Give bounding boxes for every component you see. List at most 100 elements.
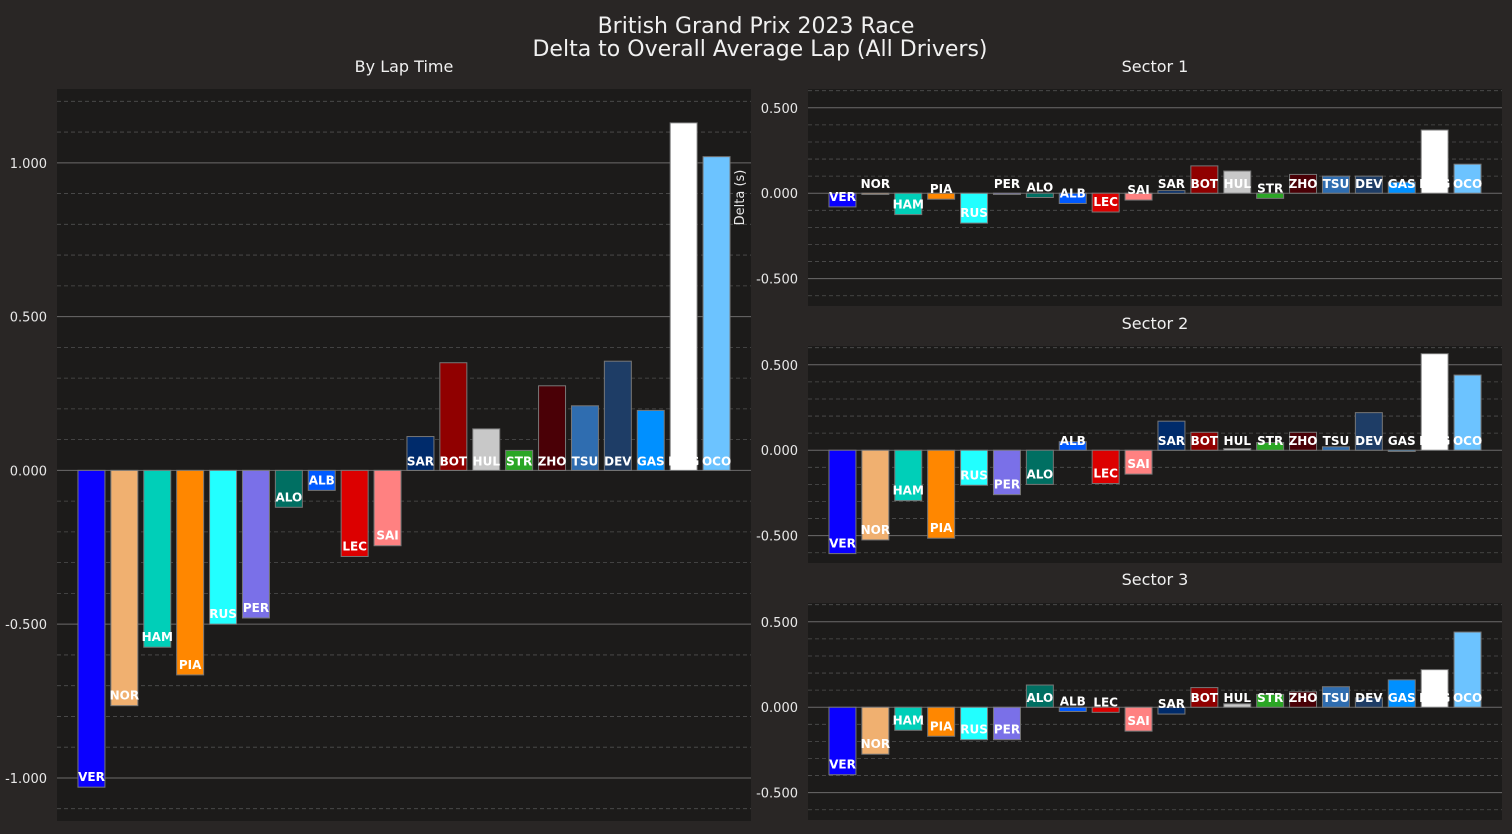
bar-label-ver: VER bbox=[829, 537, 856, 551]
figure-title-line2: Delta to Overall Average Lap (All Driver… bbox=[532, 37, 987, 62]
bar-label-sai: SAI bbox=[1127, 183, 1149, 197]
bar-label-hul: HUL bbox=[473, 454, 501, 468]
figure: British Grand Prix 2023 Race Delta to Ov… bbox=[0, 0, 1512, 834]
bar-label-alo: ALO bbox=[1026, 181, 1053, 195]
bar-label-mag: MAG bbox=[668, 454, 699, 468]
bar-label-str: STR bbox=[1257, 434, 1283, 448]
bar-label-bot: BOT bbox=[1191, 691, 1219, 705]
chart-panel-1: -1.000 -0.500 0.000 0.500 1.000 By Lap Time VE… bbox=[5, 57, 751, 821]
bar-label-lec: LEC bbox=[1093, 467, 1118, 481]
bar-label-nor: NOR bbox=[861, 177, 890, 191]
bar-label-bot: BOT bbox=[1191, 177, 1219, 191]
y-tick-label: 0.500 bbox=[761, 102, 798, 117]
panel-title: Sector 3 bbox=[1122, 570, 1189, 589]
bar-label-str: STR bbox=[1257, 691, 1283, 705]
bar-label-nor: NOR bbox=[861, 523, 890, 537]
bar-pia bbox=[176, 469, 205, 676]
bar-label-zho: ZHO bbox=[1289, 434, 1318, 448]
bar-label-sar: SAR bbox=[1158, 177, 1185, 191]
bar-label-sai: SAI bbox=[1127, 714, 1149, 728]
bar-rus bbox=[209, 469, 238, 625]
panel-title: Sector 2 bbox=[1122, 314, 1189, 333]
y-tick-label: 0.000 bbox=[761, 444, 798, 459]
bar-label-lec: LEC bbox=[1093, 695, 1118, 709]
bar-label-gas: GAS bbox=[1388, 691, 1416, 705]
bar-label-tsu: TSU bbox=[1323, 691, 1350, 705]
y-tick-label: -0.500 bbox=[5, 618, 47, 633]
bar-label-ver: VER bbox=[78, 770, 105, 784]
y-tick-label: 0.000 bbox=[761, 701, 798, 716]
bar-label-rus: RUS bbox=[960, 468, 988, 482]
bar-label-rus: RUS bbox=[960, 206, 988, 220]
bar-oco bbox=[702, 156, 731, 471]
bar-label-lec: LEC bbox=[342, 539, 367, 553]
bar-label-alb: ALB bbox=[1060, 695, 1086, 709]
bar-label-rus: RUS bbox=[960, 723, 988, 737]
chart-panel-3: -0.500 0.000 0.500 Sector 2 VER NOR HAM PIA RUS P… bbox=[756, 314, 1502, 563]
bar-ver bbox=[77, 469, 106, 788]
bar-label-tsu: TSU bbox=[572, 454, 599, 468]
bar-label-oco: OCO bbox=[1453, 177, 1482, 191]
bar-label-alo: ALO bbox=[1026, 691, 1053, 705]
bar-label-str: STR bbox=[1257, 181, 1283, 195]
bar-label-ver: VER bbox=[829, 758, 856, 772]
panel-title: By Lap Time bbox=[355, 57, 454, 76]
y-tick-label: 0.000 bbox=[10, 464, 47, 479]
bar-label-alo: ALO bbox=[275, 490, 302, 504]
bar-label-tsu: TSU bbox=[1323, 177, 1350, 191]
bar-label-hul: HUL bbox=[1224, 434, 1252, 448]
bar-label-ham: HAM bbox=[893, 198, 924, 212]
bar-label-ham: HAM bbox=[893, 484, 924, 498]
bar-label-gas: GAS bbox=[1388, 177, 1416, 191]
bar-hul bbox=[1223, 448, 1252, 451]
bar-label-zho: ZHO bbox=[1289, 177, 1318, 191]
y-axis-label: Delta (s) bbox=[733, 170, 748, 226]
bar-label-hul: HUL bbox=[1224, 691, 1252, 705]
y-tick-label: 0.500 bbox=[10, 311, 47, 326]
bar-nor bbox=[110, 469, 139, 707]
bar-ham bbox=[143, 469, 172, 648]
bar-label-nor: NOR bbox=[861, 737, 890, 751]
bar-label-sai: SAI bbox=[1127, 457, 1149, 471]
bar-label-gas: GAS bbox=[1388, 434, 1416, 448]
bar-label-zho: ZHO bbox=[1289, 691, 1318, 705]
bar-label-per: PER bbox=[243, 601, 269, 615]
bar-label-dev: DEV bbox=[1355, 177, 1383, 191]
bar-label-ver: VER bbox=[829, 190, 856, 204]
bar-label-alb: ALB bbox=[1060, 186, 1086, 200]
y-tick-label: 0.000 bbox=[761, 187, 798, 202]
bar-gas bbox=[1387, 449, 1416, 452]
y-tick-label: 0.500 bbox=[761, 359, 798, 374]
bar-label-alb: ALB bbox=[1060, 434, 1086, 448]
bar-label-mag: MAG bbox=[1419, 434, 1450, 448]
chart-panel-2: -0.5000.0000.500Sector 1Delta (s) VERNORH… bbox=[733, 57, 1502, 306]
y-tick-label: 1.000 bbox=[10, 157, 47, 172]
bar-label-ham: HAM bbox=[142, 630, 173, 644]
bar-label-nor: NOR bbox=[110, 689, 139, 703]
chart-panel-4: -0.500 0.000 0.500 Sector 3 VER NORHAM PIA RUS P… bbox=[756, 570, 1502, 820]
bar-label-rus: RUS bbox=[209, 607, 237, 621]
bar-label-tsu: TSU bbox=[1323, 434, 1350, 448]
bar-mag bbox=[669, 122, 698, 471]
bar-per bbox=[992, 192, 1021, 195]
bar-label-mag: MAG bbox=[1419, 691, 1450, 705]
bar-label-sar: SAR bbox=[1158, 697, 1185, 711]
bar-label-alo: ALO bbox=[1026, 467, 1053, 481]
bar-label-dev: DEV bbox=[1355, 691, 1383, 705]
bar-label-bot: BOT bbox=[440, 454, 468, 468]
y-tick-label: -1.000 bbox=[5, 772, 47, 787]
bar-label-sar: SAR bbox=[1158, 434, 1185, 448]
bar-nor bbox=[861, 192, 890, 195]
bar-label-oco: OCO bbox=[1453, 691, 1482, 705]
bar-label-sar: SAR bbox=[407, 454, 434, 468]
bar-label-zho: ZHO bbox=[538, 454, 567, 468]
bar-label-pia: PIA bbox=[930, 719, 953, 733]
bar-label-lec: LEC bbox=[1093, 195, 1118, 209]
bar-label-hul: HUL bbox=[1224, 177, 1252, 191]
bar-label-per: PER bbox=[994, 478, 1020, 492]
figure-title-line1: British Grand Prix 2023 Race bbox=[598, 14, 915, 39]
bar-label-mag: MAG bbox=[1419, 177, 1450, 191]
bar-label-pia: PIA bbox=[930, 521, 953, 535]
bar-label-ham: HAM bbox=[893, 713, 924, 727]
y-tick-label: -0.500 bbox=[756, 530, 798, 545]
